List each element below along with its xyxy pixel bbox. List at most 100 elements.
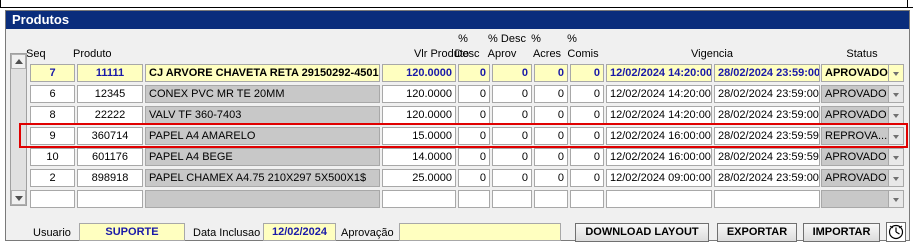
status-select[interactable]: APROVADO: [821, 106, 889, 124]
vigencia-inicio-cell[interactable]: 12/02/2024 14:20:00: [606, 106, 712, 124]
product-name-cell[interactable]: CJ ARVORE CHAVETA RETA 29150292-4501: [145, 64, 380, 82]
status-select[interactable]: REPROVA...: [821, 127, 889, 145]
vigencia-inicio-cell[interactable]: 12/02/2024 16:00:00: [606, 127, 712, 145]
product-code-cell[interactable]: 11111: [77, 64, 143, 82]
status-dropdown-icon[interactable]: [889, 85, 904, 103]
usuario-field[interactable]: SUPORTE: [79, 223, 185, 241]
status-select[interactable]: [821, 190, 889, 208]
desc-cell[interactable]: 0: [458, 169, 490, 187]
table-row[interactable]: 9 360714 PAPEL A4 AMARELO 15.0000 0 0 0 0 12/02/…: [6, 127, 911, 146]
status-select[interactable]: APROVADO: [821, 169, 889, 187]
vigencia-fim-cell[interactable]: 28/02/2024 23:59:00: [714, 85, 820, 103]
desc-cell[interactable]: 0: [458, 148, 490, 166]
acres-cell[interactable]: 0: [534, 127, 568, 145]
acres-cell[interactable]: 0: [534, 64, 568, 82]
comis-cell[interactable]: [570, 190, 604, 208]
clock-icon[interactable]: [886, 222, 906, 242]
seq-cell[interactable]: 8: [30, 106, 75, 124]
product-name-cell[interactable]: PAPEL A4 AMARELO: [145, 127, 380, 145]
download-layout-button[interactable]: DOWNLOAD LAYOUT: [575, 223, 709, 242]
product-name-cell[interactable]: [145, 190, 380, 208]
comis-cell[interactable]: 0: [570, 127, 604, 145]
scroll-up-icon[interactable]: [11, 54, 26, 69]
table-row[interactable]: 7 11111 CJ ARVORE CHAVETA RETA 29150292-45…: [6, 64, 911, 83]
seq-cell[interactable]: [30, 190, 75, 208]
comis-cell[interactable]: 0: [570, 148, 604, 166]
vlr-produto-cell[interactable]: 120.0000: [382, 106, 456, 124]
status-dropdown-icon[interactable]: [889, 127, 904, 145]
desc-aprov-cell[interactable]: 0: [492, 106, 532, 124]
comis-cell[interactable]: 0: [570, 106, 604, 124]
vigencia-inicio-cell[interactable]: 12/02/2024 14:20:00: [606, 85, 712, 103]
vlr-produto-cell[interactable]: 25.0000: [382, 169, 456, 187]
seq-cell[interactable]: 9: [30, 127, 75, 145]
seq-cell[interactable]: 10: [30, 148, 75, 166]
desc-cell[interactable]: [458, 190, 490, 208]
status-select[interactable]: APROVADO: [821, 85, 889, 103]
vlr-produto-cell[interactable]: 120.0000: [382, 85, 456, 103]
importar-button[interactable]: IMPORTAR: [803, 223, 880, 242]
acres-cell[interactable]: 0: [534, 85, 568, 103]
status-dropdown-icon[interactable]: [889, 169, 904, 187]
seq-cell[interactable]: 2: [30, 169, 75, 187]
product-name-cell[interactable]: PAPEL A4 BEGE: [145, 148, 380, 166]
desc-aprov-cell[interactable]: 0: [492, 64, 532, 82]
vlr-produto-cell[interactable]: 120.0000: [382, 64, 456, 82]
desc-aprov-cell[interactable]: [492, 190, 532, 208]
table-row[interactable]: [6, 190, 911, 209]
status-dropdown-icon[interactable]: [889, 148, 904, 166]
product-code-cell[interactable]: 898918: [77, 169, 143, 187]
vigencia-inicio-cell[interactable]: 12/02/2024 14:20:00: [606, 64, 712, 82]
desc-aprov-cell[interactable]: 0: [492, 148, 532, 166]
scroll-down-icon[interactable]: [11, 190, 26, 205]
grid-scrollbar[interactable]: [10, 53, 27, 206]
exportar-button[interactable]: EXPORTAR: [717, 223, 797, 242]
vlr-produto-cell[interactable]: 15.0000: [382, 127, 456, 145]
comis-cell[interactable]: 0: [570, 169, 604, 187]
vigencia-inicio-cell[interactable]: 12/02/2024 09:00:00: [606, 169, 712, 187]
vigencia-fim-cell[interactable]: [714, 190, 820, 208]
status-dropdown-icon[interactable]: [889, 64, 904, 82]
product-name-cell[interactable]: CONEX PVC MR TE 20MM: [145, 85, 380, 103]
desc-cell[interactable]: 0: [458, 64, 490, 82]
vlr-produto-cell[interactable]: [382, 190, 456, 208]
acres-cell[interactable]: 0: [534, 106, 568, 124]
vigencia-fim-cell[interactable]: 28/02/2024 23:59:59: [714, 148, 820, 166]
vigencia-fim-cell[interactable]: 28/02/2024 23:59:00: [714, 64, 820, 82]
desc-aprov-cell[interactable]: 0: [492, 85, 532, 103]
vigencia-inicio-cell[interactable]: 12/02/2024 16:00:00: [606, 148, 712, 166]
product-code-cell[interactable]: [77, 190, 143, 208]
comis-cell[interactable]: 0: [570, 64, 604, 82]
status-dropdown-icon[interactable]: [889, 190, 904, 208]
product-code-cell[interactable]: 601176: [77, 148, 143, 166]
status-select[interactable]: APROVADO: [821, 148, 889, 166]
status-select[interactable]: APROVADO: [821, 64, 889, 82]
vigencia-inicio-cell[interactable]: [606, 190, 712, 208]
status-dropdown-icon[interactable]: [889, 106, 904, 124]
vigencia-fim-cell[interactable]: 28/02/2024 23:59:59: [714, 127, 820, 145]
desc-aprov-cell[interactable]: 0: [492, 127, 532, 145]
desc-aprov-cell[interactable]: 0: [492, 169, 532, 187]
desc-cell[interactable]: 0: [458, 85, 490, 103]
desc-cell[interactable]: 0: [458, 106, 490, 124]
seq-cell[interactable]: 6: [30, 85, 75, 103]
vigencia-fim-cell[interactable]: 28/02/2024 23:59:00: [714, 106, 820, 124]
product-code-cell[interactable]: 360714: [77, 127, 143, 145]
product-code-cell[interactable]: 12345: [77, 85, 143, 103]
comis-cell[interactable]: 0: [570, 85, 604, 103]
data-inclusao-field[interactable]: 12/02/2024: [263, 223, 336, 241]
product-code-cell[interactable]: 22222: [77, 106, 143, 124]
acres-cell[interactable]: [534, 190, 568, 208]
product-name-cell[interactable]: VALV TF 360-7403: [145, 106, 380, 124]
table-row[interactable]: 6 12345 CONEX PVC MR TE 20MM 120.0000 0 0 0 0 12…: [6, 85, 911, 104]
aprovacao-field[interactable]: [399, 223, 561, 241]
vlr-produto-cell[interactable]: 14.0000: [382, 148, 456, 166]
product-name-cell[interactable]: PAPEL CHAMEX A4.75 210X297 5X500X1$: [145, 169, 380, 187]
table-row[interactable]: 10 601176 PAPEL A4 BEGE 14.0000 0 0 0 0 12/02/20…: [6, 148, 911, 167]
acres-cell[interactable]: 0: [534, 148, 568, 166]
seq-cell[interactable]: 7: [30, 64, 75, 82]
table-row[interactable]: 2 898918 PAPEL CHAMEX A4.75 210X297 5X500X…: [6, 169, 911, 188]
desc-cell[interactable]: 0: [458, 127, 490, 145]
table-row[interactable]: 8 22222 VALV TF 360-7403 120.0000 0 0 0 0 12/02/…: [6, 106, 911, 125]
vigencia-fim-cell[interactable]: 28/02/2024 23:59:00: [714, 169, 820, 187]
